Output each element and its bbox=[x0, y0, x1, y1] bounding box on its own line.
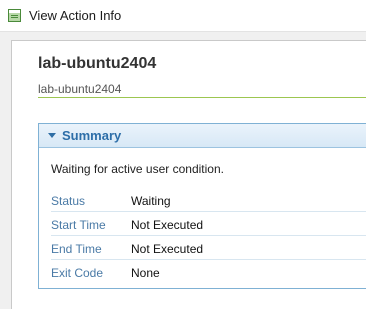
info-value: Waiting bbox=[131, 194, 171, 208]
info-row-exit-code: Exit Code None bbox=[51, 260, 366, 284]
info-value: Not Executed bbox=[131, 218, 204, 232]
content-area: lab-ubuntu2404 lab-ubuntu2404 Summary Wa… bbox=[11, 40, 366, 309]
host-subtitle: lab-ubuntu2404 bbox=[38, 82, 122, 96]
summary-panel: Summary Waiting for active user conditio… bbox=[38, 123, 366, 289]
info-label: Status bbox=[51, 194, 86, 208]
collapse-triangle-icon[interactable] bbox=[48, 133, 56, 138]
titlebar-divider bbox=[0, 31, 366, 32]
info-row-end-time: End Time Not Executed bbox=[51, 236, 366, 260]
info-row-start-time: Start Time Not Executed bbox=[51, 212, 366, 236]
host-title: lab-ubuntu2404 bbox=[38, 55, 157, 72]
info-value: Not Executed bbox=[131, 242, 204, 256]
info-label: Exit Code bbox=[51, 266, 104, 280]
app-window-icon bbox=[8, 9, 21, 22]
summary-panel-header[interactable]: Summary bbox=[39, 124, 366, 148]
status-message: Waiting for active user condition. bbox=[51, 162, 224, 176]
info-row-status: Status Waiting bbox=[51, 188, 366, 212]
info-value: None bbox=[131, 266, 160, 280]
host-divider bbox=[38, 97, 366, 98]
info-label: End Time bbox=[51, 242, 102, 256]
window-titlebar: View Action Info bbox=[0, 0, 366, 31]
summary-panel-title: Summary bbox=[62, 128, 122, 143]
info-label: Start Time bbox=[51, 218, 106, 232]
window-title: View Action Info bbox=[29, 8, 122, 23]
